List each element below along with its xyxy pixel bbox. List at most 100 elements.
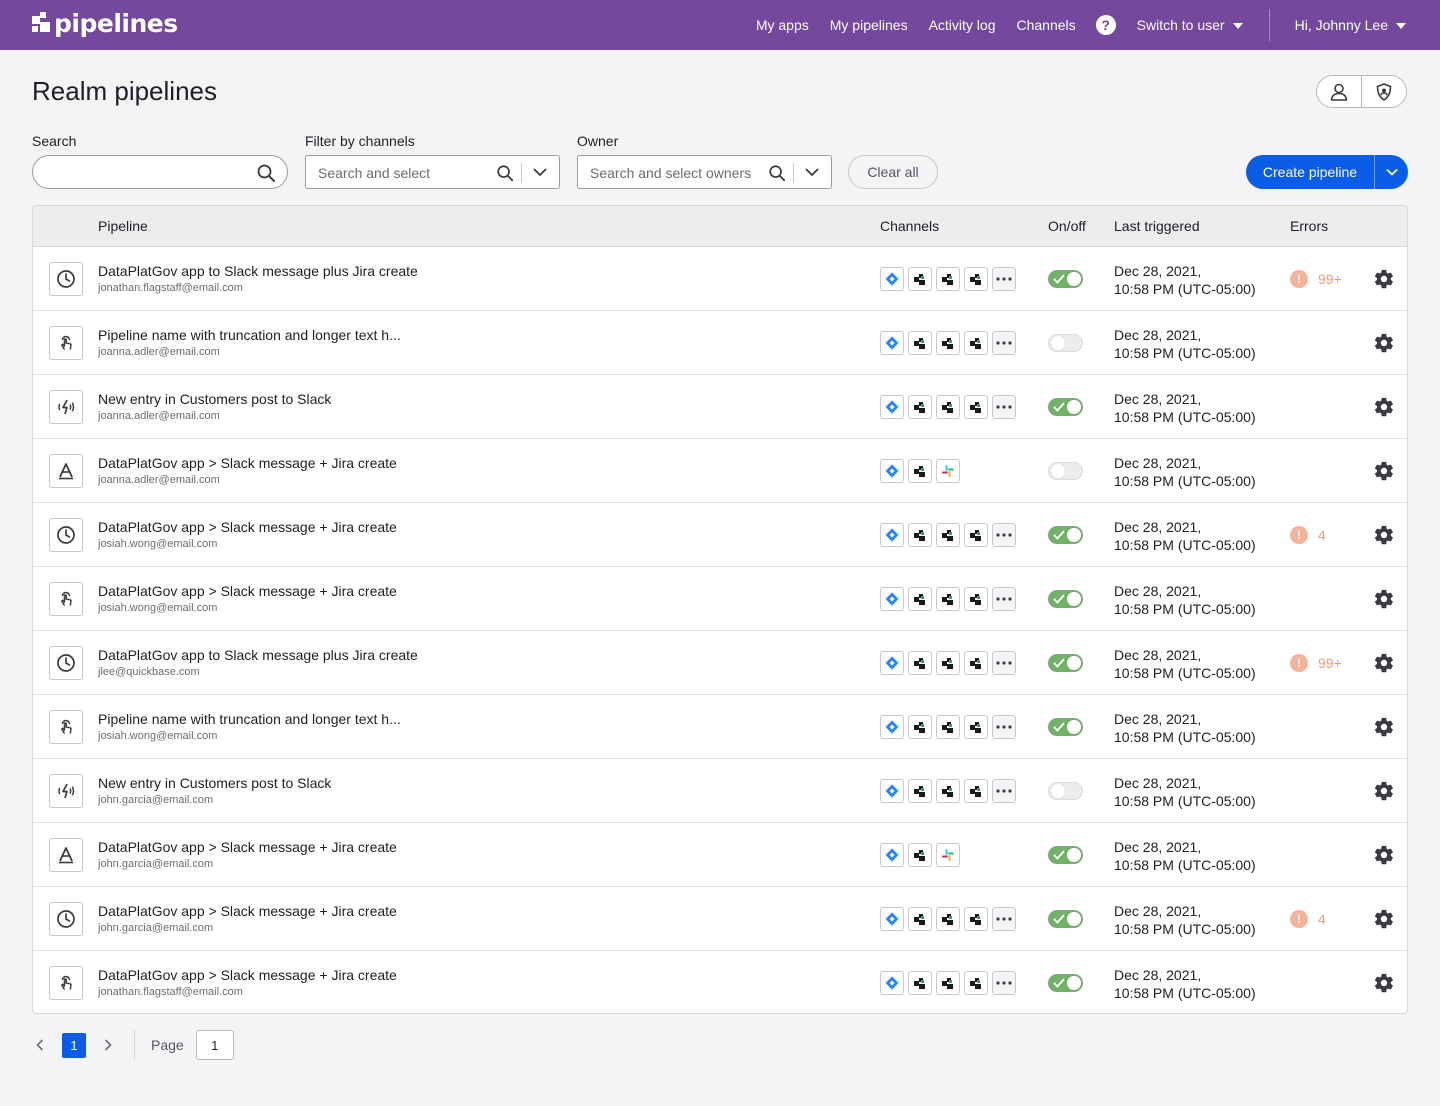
- error-count: 99+: [1318, 271, 1342, 287]
- table-row[interactable]: DataPlatGov app > Slack message + Jira c…: [33, 887, 1407, 951]
- pipeline-on-off-toggle[interactable]: [1048, 398, 1083, 416]
- quickbase-icon-glyph: [941, 592, 955, 606]
- errors-indicator[interactable]: ! 99+: [1290, 654, 1342, 672]
- gear-icon[interactable]: [1373, 524, 1395, 551]
- pipeline-on-off-toggle[interactable]: [1048, 910, 1083, 928]
- pipeline-on-off-toggle[interactable]: [1048, 270, 1083, 288]
- table-row[interactable]: DataPlatGov app > Slack message + Jira c…: [33, 439, 1407, 503]
- gear-icon[interactable]: [1373, 588, 1395, 615]
- table-row[interactable]: DataPlatGov app to Slack message plus Ji…: [33, 247, 1407, 311]
- gear-icon[interactable]: [1373, 332, 1395, 359]
- user-menu-dropdown[interactable]: Hi, Johnny Lee: [1295, 17, 1406, 33]
- table-row[interactable]: DataPlatGov app > Slack message + Jira c…: [33, 567, 1407, 631]
- pipeline-name-link[interactable]: Pipeline name with truncation and longer…: [98, 327, 401, 343]
- pipeline-name-link[interactable]: Pipeline name with truncation and longer…: [98, 711, 401, 727]
- column-header-pipeline[interactable]: Pipeline: [98, 218, 148, 234]
- column-header-on-off[interactable]: On/off: [1048, 218, 1086, 234]
- pipeline-name-link[interactable]: DataPlatGov app > Slack message + Jira c…: [98, 519, 397, 535]
- switch-user-dropdown[interactable]: Switch to user: [1137, 17, 1243, 33]
- error-alert-icon: !: [1290, 270, 1308, 288]
- pipeline-name-link[interactable]: New entry in Customers post to Slack: [98, 391, 331, 407]
- more-channels-button[interactable]: [992, 331, 1016, 355]
- pipeline-name-link[interactable]: DataPlatGov app > Slack message + Jira c…: [98, 903, 397, 919]
- table-row[interactable]: Pipeline name with truncation and longer…: [33, 695, 1407, 759]
- pipeline-name-link[interactable]: DataPlatGov app to Slack message plus Ji…: [98, 647, 418, 663]
- pipeline-on-off-toggle[interactable]: [1048, 846, 1083, 864]
- page-number-current[interactable]: 1: [62, 1032, 86, 1058]
- errors-indicator[interactable]: ! 4: [1290, 526, 1326, 544]
- user-view-button[interactable]: [1317, 76, 1361, 107]
- pagination: 1 Page 1: [32, 1030, 234, 1060]
- help-icon[interactable]: ?: [1095, 15, 1116, 35]
- more-channels-button[interactable]: [992, 907, 1016, 931]
- pipeline-on-off-toggle[interactable]: [1048, 590, 1083, 608]
- pipeline-on-off-toggle[interactable]: [1048, 782, 1083, 800]
- page-number-input[interactable]: 1: [195, 1030, 234, 1060]
- gear-icon[interactable]: [1373, 844, 1395, 871]
- next-page-button[interactable]: [100, 1039, 116, 1051]
- channel-badge: quickbase-icon: [964, 971, 988, 995]
- toggle-knob: [1067, 400, 1081, 414]
- gear-icon[interactable]: [1373, 652, 1395, 679]
- errors-indicator[interactable]: ! 99+: [1290, 270, 1342, 288]
- error-alert-icon: !: [1290, 654, 1308, 672]
- chevron-down-icon[interactable]: [533, 167, 547, 177]
- pipeline-on-off-toggle[interactable]: [1048, 654, 1083, 672]
- table-row[interactable]: New entry in Customers post to Slack joh…: [33, 759, 1407, 823]
- clear-all-button[interactable]: Clear all: [848, 155, 938, 189]
- table-row[interactable]: New entry in Customers post to Slack joa…: [33, 375, 1407, 439]
- channels-filter-select[interactable]: Search and select: [305, 155, 560, 189]
- more-channels-button[interactable]: [992, 779, 1016, 803]
- quickbase-icon-glyph: [941, 336, 955, 350]
- more-dots-icon: [996, 917, 1012, 921]
- pipeline-on-off-toggle[interactable]: [1048, 718, 1083, 736]
- table-row[interactable]: DataPlatGov app > Slack message + Jira c…: [33, 823, 1407, 887]
- gear-icon[interactable]: [1373, 460, 1395, 487]
- pipeline-name-link[interactable]: DataPlatGov app > Slack message + Jira c…: [98, 839, 397, 855]
- last-triggered-time: 10:58 PM (UTC-05:00): [1114, 473, 1256, 489]
- nav-my-apps[interactable]: My apps: [756, 17, 809, 33]
- gear-icon[interactable]: [1373, 908, 1395, 935]
- errors-indicator[interactable]: ! 4: [1290, 910, 1326, 928]
- previous-page-button[interactable]: [32, 1039, 48, 1051]
- more-channels-button[interactable]: [992, 651, 1016, 675]
- chevron-down-icon[interactable]: [805, 167, 819, 177]
- pipeline-name-link[interactable]: DataPlatGov app > Slack message + Jira c…: [98, 583, 397, 599]
- create-pipeline-dropdown-button[interactable]: [1374, 155, 1408, 189]
- column-header-last-triggered[interactable]: Last triggered: [1114, 218, 1200, 234]
- nav-activity-log[interactable]: Activity log: [929, 17, 996, 33]
- table-row[interactable]: DataPlatGov app > Slack message + Jira c…: [33, 951, 1407, 1013]
- nav-channels[interactable]: Channels: [1017, 17, 1076, 33]
- gear-icon[interactable]: [1373, 396, 1395, 423]
- column-header-errors[interactable]: Errors: [1290, 218, 1328, 234]
- more-channels-button[interactable]: [992, 395, 1016, 419]
- pipeline-name-link[interactable]: DataPlatGov app > Slack message + Jira c…: [98, 455, 397, 471]
- pipeline-on-off-toggle[interactable]: [1048, 974, 1083, 992]
- gear-icon[interactable]: [1373, 268, 1395, 295]
- pipeline-on-off-toggle[interactable]: [1048, 334, 1083, 352]
- pipelines-logo[interactable]: pipelines: [32, 11, 178, 36]
- search-input[interactable]: [32, 155, 288, 189]
- pipeline-name-link[interactable]: DataPlatGov app > Slack message + Jira c…: [98, 967, 397, 983]
- pipeline-name-link[interactable]: DataPlatGov app to Slack message plus Ji…: [98, 263, 418, 279]
- table-row[interactable]: Pipeline name with truncation and longer…: [33, 311, 1407, 375]
- pagination-divider: [134, 1030, 135, 1060]
- table-row[interactable]: DataPlatGov app to Slack message plus Ji…: [33, 631, 1407, 695]
- table-row[interactable]: DataPlatGov app > Slack message + Jira c…: [33, 503, 1407, 567]
- owner-filter-select[interactable]: Search and select owners: [577, 155, 832, 189]
- create-pipeline-button[interactable]: Create pipeline: [1246, 155, 1374, 189]
- pipeline-on-off-toggle[interactable]: [1048, 526, 1083, 544]
- gear-icon[interactable]: [1373, 972, 1395, 999]
- gear-icon[interactable]: [1373, 716, 1395, 743]
- channel-badge: quickbase-icon: [964, 779, 988, 803]
- more-channels-button[interactable]: [992, 587, 1016, 611]
- more-channels-button[interactable]: [992, 971, 1016, 995]
- gear-icon[interactable]: [1373, 780, 1395, 807]
- more-channels-button[interactable]: [992, 267, 1016, 291]
- admin-view-button[interactable]: [1361, 76, 1406, 107]
- more-channels-button[interactable]: [992, 715, 1016, 739]
- pipeline-on-off-toggle[interactable]: [1048, 462, 1083, 480]
- pipeline-name-link[interactable]: New entry in Customers post to Slack: [98, 775, 331, 791]
- nav-my-pipelines[interactable]: My pipelines: [830, 17, 908, 33]
- more-channels-button[interactable]: [992, 523, 1016, 547]
